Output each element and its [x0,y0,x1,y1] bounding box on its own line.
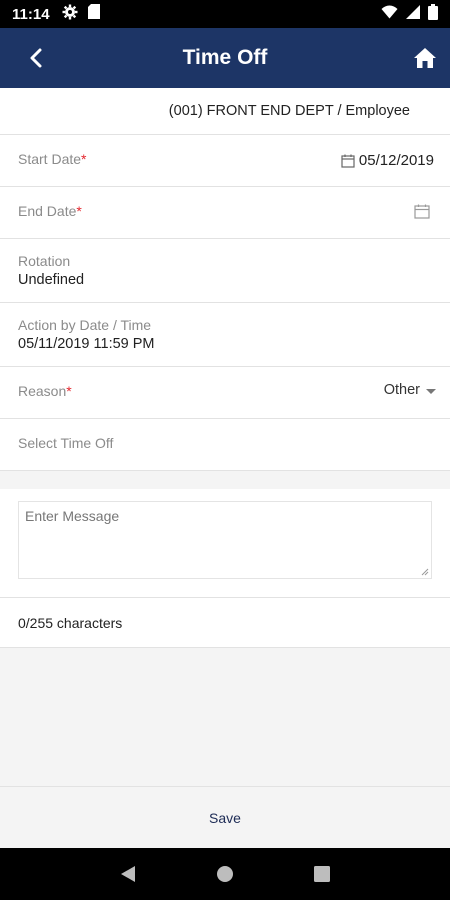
sd-card-icon [87,4,100,24]
department-label: (001) FRONT END DEPT / Employee [168,103,410,119]
rotation-field: Rotation Undefined [0,239,450,303]
start-date-value[interactable]: 05/12/2019 [341,152,434,169]
status-notifications [62,4,100,25]
reason-label: Reason* [18,383,72,399]
start-date-field[interactable]: Start Date* 05/12/2019 [0,135,450,187]
end-date-value[interactable] [414,204,434,219]
required-asterisk: * [66,383,72,399]
wifi-icon [381,5,398,24]
home-icon [414,48,436,68]
reason-selected-value: Other [383,382,420,398]
status-time: 11:14 [12,5,50,23]
message-section: Enter Message [0,489,450,598]
required-asterisk: * [76,203,82,219]
system-nav-bar [0,848,450,900]
status-system-icons [381,3,438,25]
select-time-off-row[interactable]: Select Time Off [0,419,450,471]
dropdown-arrow-icon [426,388,436,394]
reason-dropdown[interactable]: Other [384,382,436,398]
character-count-text: 0/255 characters [18,614,123,631]
action-by-value: 05/11/2019 11:59 PM [18,336,155,352]
app-header: Time Off [0,28,450,88]
save-button[interactable]: Save [189,802,261,834]
nav-recents-button[interactable] [307,859,337,889]
nav-back-button[interactable] [113,859,143,889]
status-bar: 11:14 [0,0,450,28]
action-by-label: Action by Date / Time [18,317,152,333]
end-date-label: End Date* [18,203,82,219]
action-by-field: Action by Date / Time 05/11/2019 11:59 P… [0,303,450,367]
home-button[interactable] [410,43,440,73]
square-recents-icon [313,866,330,882]
start-date-text: 05/12/2019 [358,152,434,169]
rotation-label: Rotation [18,253,71,269]
message-input[interactable]: Enter Message [18,501,432,579]
settings-gear-icon [62,4,78,25]
calendar-icon [341,154,355,168]
rotation-value: Undefined [18,272,85,288]
page-title: Time Off [182,46,268,69]
nav-home-button[interactable] [210,859,240,889]
reason-field[interactable]: Reason* Other [0,367,450,419]
resize-handle-icon[interactable] [421,568,429,576]
character-counter: 0/255 characters [0,598,450,648]
select-time-off-label: Select Time Off [18,435,114,451]
required-asterisk: * [81,151,87,167]
circle-home-icon [216,866,233,882]
time-off-form: (001) FRONT END DEPT / Employee Start Da… [0,88,450,648]
chevron-left-icon [30,48,42,68]
triangle-back-icon [121,866,136,882]
department-row: (001) FRONT END DEPT / Employee [0,88,450,135]
footer-bar: Save [0,786,450,848]
message-placeholder: Enter Message [25,508,120,524]
cell-signal-icon [406,4,420,24]
start-date-label: Start Date* [18,151,87,167]
back-button[interactable] [22,44,50,72]
calendar-icon [414,204,430,219]
end-date-field[interactable]: End Date* [0,187,450,239]
battery-icon [428,3,438,25]
section-spacer [0,471,450,489]
